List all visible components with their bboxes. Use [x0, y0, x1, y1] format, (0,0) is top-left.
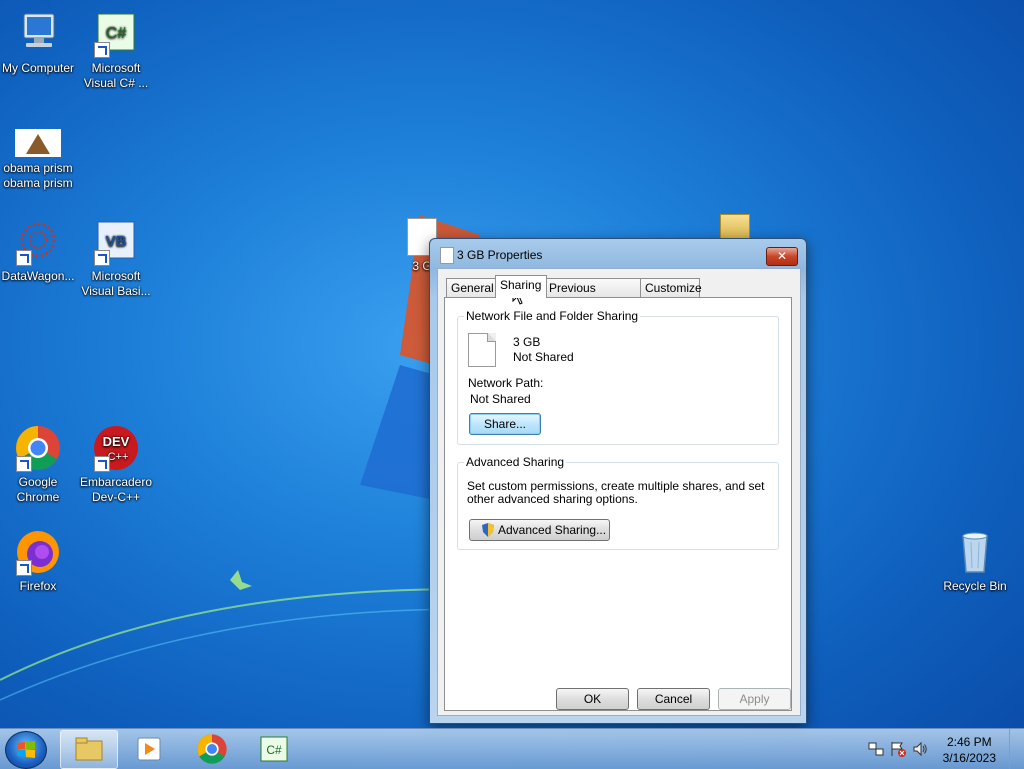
properties-dialog: 3 GB Properties ✕ General Sharing Previo… [429, 238, 807, 724]
desktop-icon-label: My Computer [1, 61, 75, 75]
volume-icon[interactable] [912, 741, 928, 757]
visual-csharp-icon: C# [92, 10, 140, 58]
shortcut-arrow-icon [16, 456, 32, 472]
desktop-icon-label: obama prism obama prism [3, 161, 73, 190]
computer-icon [14, 10, 62, 58]
network-path-value: Not Shared [470, 392, 531, 406]
desktop-icon-label: Microsoft Visual C# ... [83, 61, 149, 90]
tab-sharing[interactable]: Sharing [495, 275, 547, 298]
action-center-flag-icon[interactable] [890, 741, 906, 757]
desktop-icon-recycle-bin[interactable]: Recycle Bin [937, 528, 1013, 594]
close-button[interactable]: ✕ [766, 247, 798, 266]
taskbar-media-player[interactable] [122, 730, 178, 767]
desktop-icon-label: DataWagon... [1, 269, 75, 283]
chrome-icon [197, 734, 227, 764]
network-sharing-group: Network File and Folder Sharing 3 GB Not… [457, 309, 779, 445]
svg-text:C++: C++ [108, 451, 129, 463]
firefox-icon [14, 528, 62, 576]
system-tray: 2:46 PM 3/16/2023 [854, 729, 1024, 769]
shortcut-arrow-icon [94, 456, 110, 472]
desktop-icon-firefox[interactable]: Firefox [0, 528, 76, 594]
desktop-icon-visual-basic[interactable]: VB Microsoft Visual Basi... [78, 218, 154, 299]
chrome-icon [14, 424, 62, 472]
shared-item-status: Not Shared [513, 350, 574, 364]
show-desktop-button[interactable] [1009, 729, 1024, 769]
sharing-panel: Network File and Folder Sharing 3 GB Not… [444, 297, 792, 711]
advanced-sharing-button-label: Advanced Sharing... [498, 523, 607, 537]
tab-customize[interactable]: Customize [640, 278, 702, 297]
desktop-icon-label: Firefox [19, 579, 57, 593]
dev-cpp-icon: DEV C++ [92, 424, 140, 472]
desktop-icon-datawagon[interactable]: DataWagon... [0, 218, 76, 284]
desktop-icon-label: Embarcadero Dev-C++ [79, 475, 153, 504]
dialog-title: 3 GB Properties [457, 248, 543, 262]
svg-text:VB: VB [106, 233, 127, 250]
taskbar: C# 2:46 PM 3/16/2023 [0, 728, 1024, 769]
desktop-icon-obama-prism[interactable]: obama prism obama prism [0, 128, 76, 191]
file-icon [440, 247, 454, 264]
desktop-icon-label: Recycle Bin [943, 579, 1007, 593]
taskbar-explorer[interactable] [60, 730, 118, 769]
uac-shield-icon [482, 523, 494, 537]
file-icon [468, 333, 496, 367]
advanced-sharing-group: Advanced Sharing Set custom permissions,… [457, 455, 779, 550]
apply-button[interactable]: Apply [718, 688, 791, 710]
datawagon-icon [14, 218, 62, 266]
network-icon[interactable] [868, 741, 884, 757]
visual-csharp-icon: C# [260, 736, 288, 762]
tab-previous-versions[interactable]: Previous Versions [544, 278, 642, 313]
desktop-icon-label: Microsoft Visual Basi... [81, 269, 151, 298]
clock[interactable]: 2:46 PM 3/16/2023 [943, 734, 996, 766]
desktop-icon-visual-csharp[interactable]: C# Microsoft Visual C# ... [78, 10, 154, 91]
share-button[interactable]: Share... [469, 413, 541, 435]
folder-icon [75, 737, 103, 761]
shortcut-arrow-icon [16, 250, 32, 266]
desktop-icon-label: Google Chrome [16, 475, 60, 504]
taskbar-chrome[interactable] [184, 730, 240, 767]
windows-logo-icon [17, 741, 35, 758]
desktop-icon-dev-cpp[interactable]: DEV C++ Embarcadero Dev-C++ [78, 424, 154, 505]
advanced-sharing-description: Set custom permissions, create multiple … [467, 479, 765, 506]
shared-item-name: 3 GB [513, 335, 541, 349]
taskbar-visual-csharp[interactable]: C# [246, 730, 302, 767]
desktop-icon-google-chrome[interactable]: Google Chrome [0, 424, 76, 505]
ok-button[interactable]: OK [556, 688, 629, 710]
image-thumbnail-icon [14, 128, 62, 158]
tab-general[interactable]: General [446, 278, 496, 297]
dialog-body: General Sharing Previous Versions Custom… [437, 268, 801, 716]
visual-basic-icon: VB [92, 218, 140, 266]
group-title: Network File and Folder Sharing [464, 309, 641, 323]
desktop-icon-my-computer[interactable]: My Computer [0, 10, 76, 76]
start-button[interactable] [5, 731, 47, 769]
svg-text:DEV: DEV [103, 434, 130, 449]
clock-time: 2:46 PM [946, 735, 992, 749]
network-path-label: Network Path: [468, 376, 544, 390]
svg-text:C#: C# [106, 25, 127, 42]
recycle-bin-icon [951, 528, 999, 576]
folder-icon[interactable] [720, 214, 750, 240]
clock-date: 3/16/2023 [942, 751, 996, 765]
svg-text:C#: C# [266, 743, 282, 757]
shortcut-arrow-icon [16, 560, 32, 576]
cancel-button[interactable]: Cancel [637, 688, 710, 710]
shortcut-arrow-icon [94, 250, 110, 266]
advanced-sharing-button[interactable]: Advanced Sharing... [469, 519, 610, 541]
media-player-icon [137, 737, 161, 761]
shortcut-arrow-icon [94, 42, 110, 58]
group-title: Advanced Sharing [464, 455, 567, 469]
